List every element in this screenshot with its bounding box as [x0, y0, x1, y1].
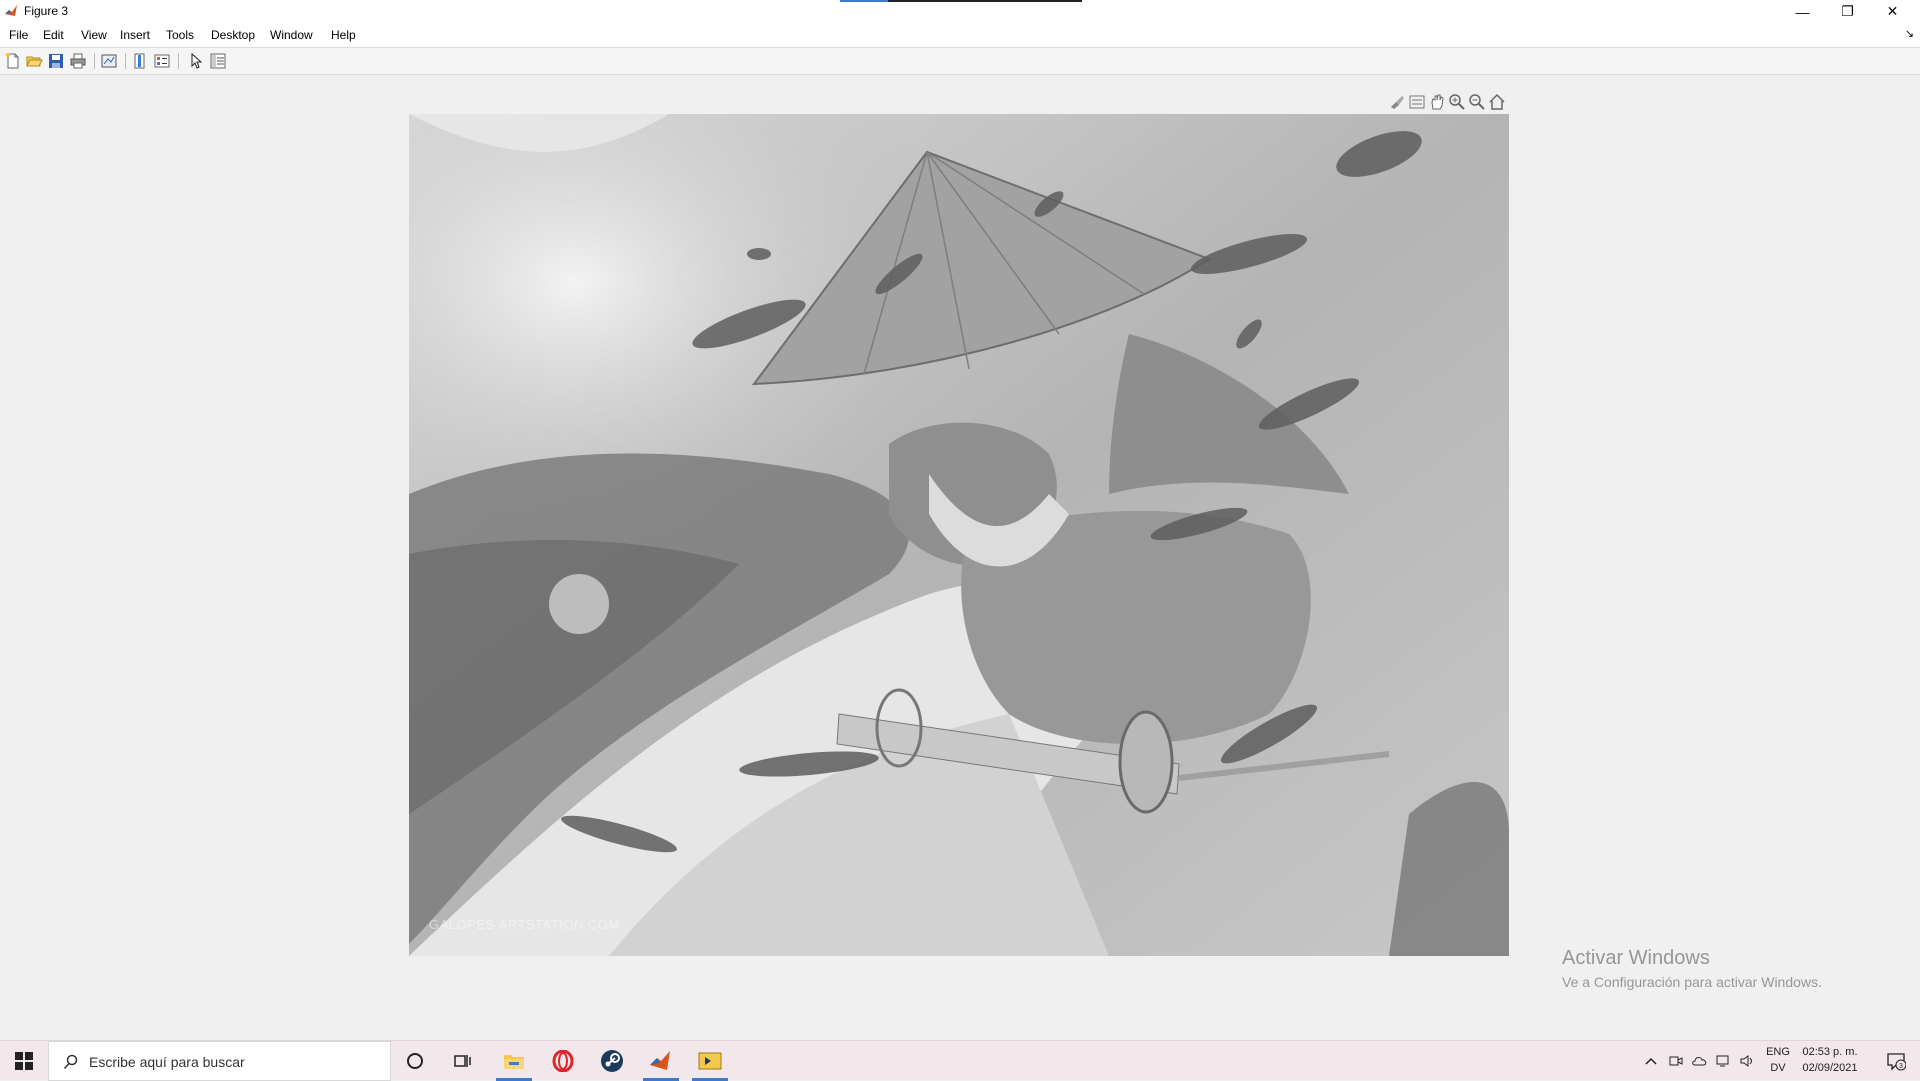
- datatips-icon[interactable]: [1408, 93, 1426, 111]
- minimize-button[interactable]: —: [1780, 0, 1825, 23]
- toolbar-separator: [94, 53, 95, 69]
- file-explorer-icon: [504, 1055, 524, 1069]
- menu-edit[interactable]: Edit: [43, 28, 64, 42]
- toolbar-separator: [178, 53, 179, 69]
- tray-network[interactable]: [1714, 1041, 1734, 1081]
- open-property-inspector-icon[interactable]: [209, 52, 227, 70]
- taskbar-search[interactable]: Escribe aquí para buscar: [48, 1041, 391, 1081]
- figure-toolbar: [0, 47, 1920, 75]
- tray-meet-now[interactable]: [1667, 1041, 1685, 1081]
- task-view-button[interactable]: [439, 1041, 487, 1081]
- menu-desktop[interactable]: Desktop: [211, 28, 255, 42]
- window-title: Figure 3: [24, 4, 69, 18]
- app-button[interactable]: [686, 1041, 734, 1081]
- restore-button[interactable]: ❐: [1825, 0, 1870, 23]
- insert-colorbar-icon[interactable]: [131, 52, 149, 70]
- language-code: ENG: [1766, 1046, 1790, 1058]
- menu-view[interactable]: View: [81, 28, 107, 42]
- action-center-button[interactable]: 3: [1872, 1041, 1920, 1081]
- search-placeholder: Escribe aquí para buscar: [89, 1054, 245, 1070]
- menu-window[interactable]: Window: [270, 28, 313, 42]
- clock-date: 02/09/2021: [1802, 1062, 1858, 1074]
- notification-icon: 3: [1887, 1053, 1906, 1071]
- restore-view-icon[interactable]: [1488, 93, 1506, 111]
- new-figure-icon[interactable]: [4, 52, 22, 70]
- network-icon: [1716, 1055, 1729, 1067]
- toolbar-separator: [125, 53, 126, 69]
- menu-bar: File Edit View Insert Tools Desktop Wind…: [0, 23, 1920, 47]
- edit-plot-icon[interactable]: [187, 52, 205, 70]
- save-icon[interactable]: [47, 52, 65, 70]
- activation-subtitle: Ve a Configuración para activar Windows.: [1562, 974, 1822, 990]
- chevron-up-icon: [1645, 1057, 1657, 1065]
- window-progress-indicator: [840, 0, 1082, 2]
- language-indicator[interactable]: ENG DV: [1762, 1044, 1794, 1076]
- pan-icon[interactable]: [1428, 93, 1446, 111]
- matlab-logo-icon: [5, 5, 17, 16]
- matlab-button[interactable]: [637, 1041, 685, 1081]
- taskbar: Escribe aquí para buscar ENG DV 02:53 p.…: [0, 1040, 1920, 1081]
- open-file-icon[interactable]: [25, 52, 43, 70]
- tray-volume[interactable]: [1738, 1041, 1758, 1081]
- keyboard-layout: DV: [1770, 1062, 1786, 1074]
- insert-legend-icon[interactable]: [153, 52, 171, 70]
- matlab-icon: [650, 1051, 670, 1070]
- brush-icon[interactable]: [1388, 93, 1406, 111]
- search-icon: [63, 1054, 78, 1070]
- axes-toolbar: [1386, 92, 1510, 114]
- window-titlebar: Figure 3 — ❐ ✕: [0, 0, 1920, 23]
- speaker-icon: [1740, 1055, 1752, 1067]
- notification-count: 3: [1899, 1063, 1903, 1070]
- menu-insert[interactable]: Insert: [120, 28, 150, 42]
- print-icon[interactable]: [69, 52, 87, 70]
- menu-help[interactable]: Help: [331, 28, 356, 42]
- activation-title: Activar Windows: [1562, 947, 1710, 969]
- windows-activation-notice: Activar Windows Ve a Configuración para …: [1562, 947, 1822, 990]
- link-plot-icon[interactable]: [100, 52, 118, 70]
- tray-onedrive[interactable]: [1690, 1041, 1710, 1081]
- image-watermark: GALOPES.ARTSTATION.COM: [429, 917, 620, 932]
- task-view-icon: [454, 1055, 471, 1067]
- camera-icon: [1669, 1056, 1683, 1066]
- steam-icon: [601, 1050, 623, 1072]
- opera-button[interactable]: [539, 1041, 587, 1081]
- clock[interactable]: 02:53 p. m. 02/09/2021: [1794, 1044, 1866, 1076]
- start-button[interactable]: [0, 1041, 48, 1081]
- file-explorer-button[interactable]: [490, 1041, 538, 1081]
- zoom-in-icon[interactable]: [1448, 93, 1466, 111]
- dock-arrow-icon[interactable]: ↘: [1905, 27, 1914, 40]
- image-content: [409, 114, 1509, 956]
- opera-icon: [552, 1050, 574, 1072]
- show-hidden-icons-button[interactable]: [1642, 1041, 1660, 1081]
- cloud-icon: [1692, 1057, 1707, 1066]
- menu-tools[interactable]: Tools: [166, 28, 194, 42]
- close-button[interactable]: ✕: [1870, 0, 1915, 23]
- zoom-out-icon[interactable]: [1468, 93, 1486, 111]
- restore-icon: ❐: [1841, 3, 1854, 19]
- windows-logo-icon: [15, 1052, 33, 1070]
- steam-button[interactable]: [588, 1041, 636, 1081]
- clock-time: 02:53 p. m.: [1802, 1046, 1858, 1058]
- minimize-icon: —: [1795, 3, 1810, 20]
- close-icon: ✕: [1886, 3, 1899, 19]
- cortana-button[interactable]: [391, 1041, 439, 1081]
- app-icon: [698, 1052, 722, 1070]
- cortana-icon: [407, 1053, 423, 1069]
- grayscale-image[interactable]: GALOPES.ARTSTATION.COM: [409, 114, 1509, 956]
- menu-file[interactable]: File: [9, 28, 28, 42]
